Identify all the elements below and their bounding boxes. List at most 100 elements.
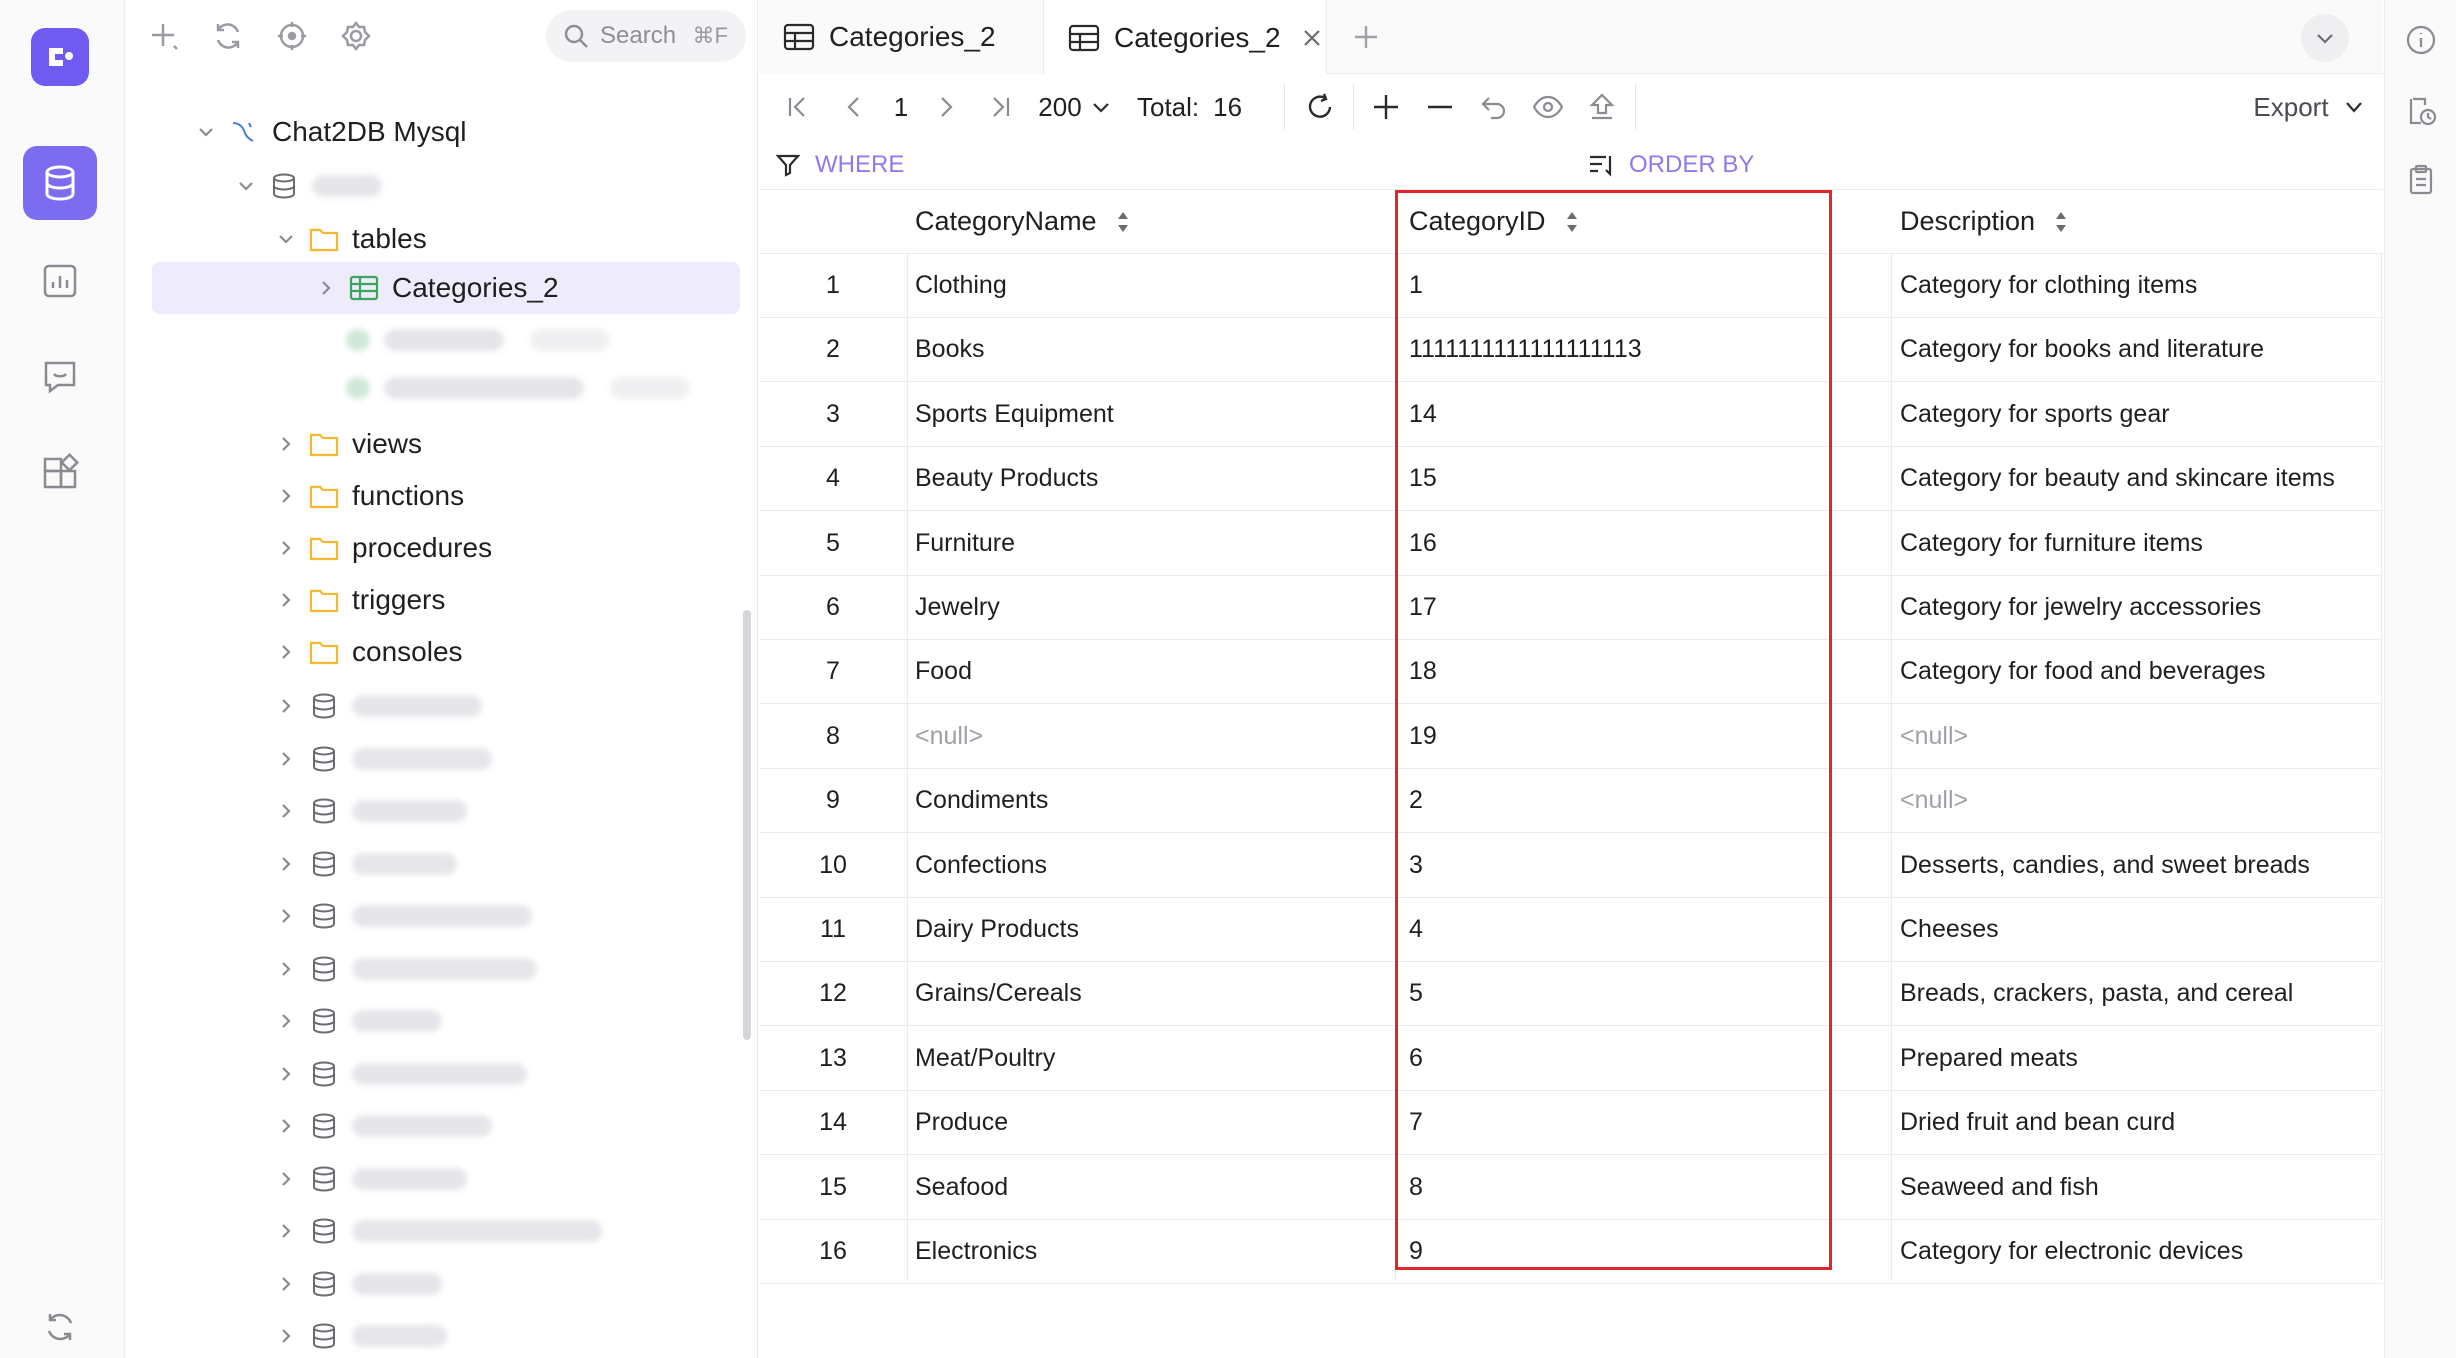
chevron-right-icon[interactable] <box>272 850 300 878</box>
description-cell[interactable]: Seaweed and fish <box>1900 1156 2378 1219</box>
row-index-cell[interactable]: 15 <box>759 1156 907 1219</box>
categoryid-cell[interactable]: 19 <box>1409 705 1879 768</box>
categoryname-cell[interactable]: Meat/Poultry <box>915 1027 1385 1090</box>
add-connection-icon[interactable] <box>146 18 182 54</box>
plugins-nav-icon[interactable] <box>23 436 97 510</box>
chat-nav-icon[interactable] <box>23 340 97 414</box>
tree-folder-functions[interactable]: functions <box>272 472 464 520</box>
close-icon[interactable] <box>1301 27 1323 49</box>
settings-gear-icon[interactable] <box>338 18 374 54</box>
categoryname-cell[interactable]: Jewelry <box>915 576 1385 639</box>
chevron-down-icon[interactable] <box>272 225 300 253</box>
tree-database-item[interactable] <box>272 997 442 1045</box>
column-header-categoryid[interactable]: CategoryID <box>1409 190 1879 253</box>
tree-database-item[interactable] <box>272 1260 442 1308</box>
categoryid-cell[interactable]: 18 <box>1409 640 1879 703</box>
refresh-icon[interactable] <box>210 18 246 54</box>
chevron-right-icon[interactable] <box>272 745 300 773</box>
categoryid-cell[interactable]: 15 <box>1409 447 1879 510</box>
tree-folder-views[interactable]: views <box>272 420 422 468</box>
row-index-cell[interactable]: 2 <box>759 318 907 381</box>
categoryname-cell[interactable]: Furniture <box>915 512 1385 575</box>
table-row[interactable]: 4 Beauty Products 15 Category for beauty an… <box>759 447 2383 512</box>
chevron-right-icon[interactable] <box>272 692 300 720</box>
table-row[interactable]: 15 Seafood 8 Seaweed and fish <box>759 1156 2383 1220</box>
add-tab-icon[interactable] <box>1347 18 1385 56</box>
chevron-right-icon[interactable] <box>272 902 300 930</box>
tree-database-item[interactable] <box>272 1050 527 1098</box>
chevron-right-icon[interactable] <box>272 1060 300 1088</box>
undo-icon[interactable] <box>1475 88 1513 126</box>
chevron-right-icon[interactable] <box>272 534 300 562</box>
tree-search-input[interactable]: Search ⌘F <box>546 10 746 62</box>
where-filter[interactable]: WHERE <box>775 148 904 182</box>
chevron-right-icon[interactable] <box>272 1007 300 1035</box>
tree-database-item[interactable] <box>272 1207 602 1255</box>
tree-database-item[interactable] <box>272 787 467 835</box>
chevron-down-icon[interactable] <box>232 172 260 200</box>
description-cell[interactable]: Category for clothing items <box>1900 254 2378 317</box>
chevron-right-icon[interactable] <box>272 1322 300 1350</box>
tree-folder-consoles[interactable]: consoles <box>272 628 463 676</box>
row-index-cell[interactable]: 6 <box>759 576 907 639</box>
categoryname-cell[interactable]: Grains/Cereals <box>915 962 1385 1025</box>
tree-connection-item[interactable]: Chat2DB Mysql <box>192 108 467 156</box>
description-cell[interactable]: Category for food and beverages <box>1900 640 2378 703</box>
tree-database-item[interactable] <box>272 1155 467 1203</box>
row-index-cell[interactable]: 8 <box>759 705 907 768</box>
description-cell[interactable]: <null> <box>1900 705 2378 768</box>
delete-row-icon[interactable] <box>1421 88 1459 126</box>
chevron-right-icon[interactable] <box>272 1270 300 1298</box>
tree-database-item[interactable] <box>272 735 492 783</box>
categoryname-cell[interactable]: Condiments <box>915 769 1385 832</box>
current-page-number[interactable]: 1 <box>881 88 921 126</box>
table-row[interactable]: 11 Dairy Products 4 Cheeses <box>759 898 2383 962</box>
description-cell[interactable]: <null> <box>1900 769 2378 832</box>
categoryname-cell[interactable]: Produce <box>915 1091 1385 1154</box>
tree-database-item[interactable] <box>272 945 537 993</box>
categoryid-cell[interactable]: 6 <box>1409 1027 1879 1090</box>
reload-icon[interactable] <box>1301 88 1339 126</box>
table-row[interactable]: 16 Electronics 9 Category for electronic de… <box>759 1220 2383 1284</box>
dashboard-nav-icon[interactable] <box>23 244 97 318</box>
tab-list-chevron-down-icon[interactable] <box>2301 14 2349 62</box>
add-row-icon[interactable] <box>1367 88 1405 126</box>
chevron-right-icon[interactable] <box>272 638 300 666</box>
tree-tables-folder[interactable]: tables <box>272 215 427 263</box>
tree-database-item[interactable] <box>272 840 457 888</box>
description-cell[interactable]: Desserts, candies, and sweet breads <box>1900 834 2378 897</box>
info-icon[interactable] <box>2403 22 2439 58</box>
description-cell[interactable]: Prepared meats <box>1900 1027 2378 1090</box>
description-cell[interactable]: Category for beauty and skincare items <box>1900 447 2378 510</box>
description-cell[interactable]: Category for jewelry accessories <box>1900 576 2378 639</box>
chevron-down-icon[interactable] <box>192 118 220 146</box>
categoryname-cell[interactable]: Food <box>915 640 1385 703</box>
tab-categories-2-active[interactable]: Categories_2 <box>1043 0 1327 75</box>
tree-database-item[interactable] <box>272 892 532 940</box>
chevron-right-icon[interactable] <box>272 1217 300 1245</box>
row-index-cell[interactable]: 16 <box>759 1220 907 1283</box>
row-index-cell[interactable]: 4 <box>759 447 907 510</box>
categoryid-cell[interactable]: 4 <box>1409 898 1879 961</box>
sort-arrows-icon[interactable] <box>2053 208 2069 236</box>
categoryname-cell[interactable]: Electronics <box>915 1220 1385 1283</box>
last-page-icon[interactable] <box>981 88 1019 126</box>
categoryid-cell[interactable]: 1 <box>1409 254 1879 317</box>
chevron-right-icon[interactable] <box>272 586 300 614</box>
categoryid-cell[interactable]: 8 <box>1409 1156 1879 1219</box>
clipboard-list-icon[interactable] <box>2403 162 2439 198</box>
table-row[interactable]: 6 Jewelry 17 Category for jewelry accessori… <box>759 576 2383 640</box>
tree-table-item-blurred[interactable] <box>346 316 610 364</box>
export-dropdown[interactable]: Export <box>2249 88 2369 126</box>
categoryid-cell[interactable]: 1111111111111111113 <box>1409 318 1879 381</box>
database-nav-icon[interactable] <box>23 146 97 220</box>
tree-table-item-selected[interactable]: Categories_2 <box>152 262 740 314</box>
chevron-right-icon[interactable] <box>272 482 300 510</box>
categoryid-cell[interactable]: 9 <box>1409 1220 1879 1283</box>
sort-arrows-icon[interactable] <box>1115 208 1131 236</box>
tree-database-item[interactable] <box>272 1102 492 1150</box>
tree-scrollbar[interactable] <box>743 610 751 1040</box>
description-cell[interactable]: Category for books and literature <box>1900 318 2378 381</box>
page-size-select[interactable]: 200 <box>1027 88 1123 126</box>
sort-arrows-icon[interactable] <box>1564 208 1580 236</box>
